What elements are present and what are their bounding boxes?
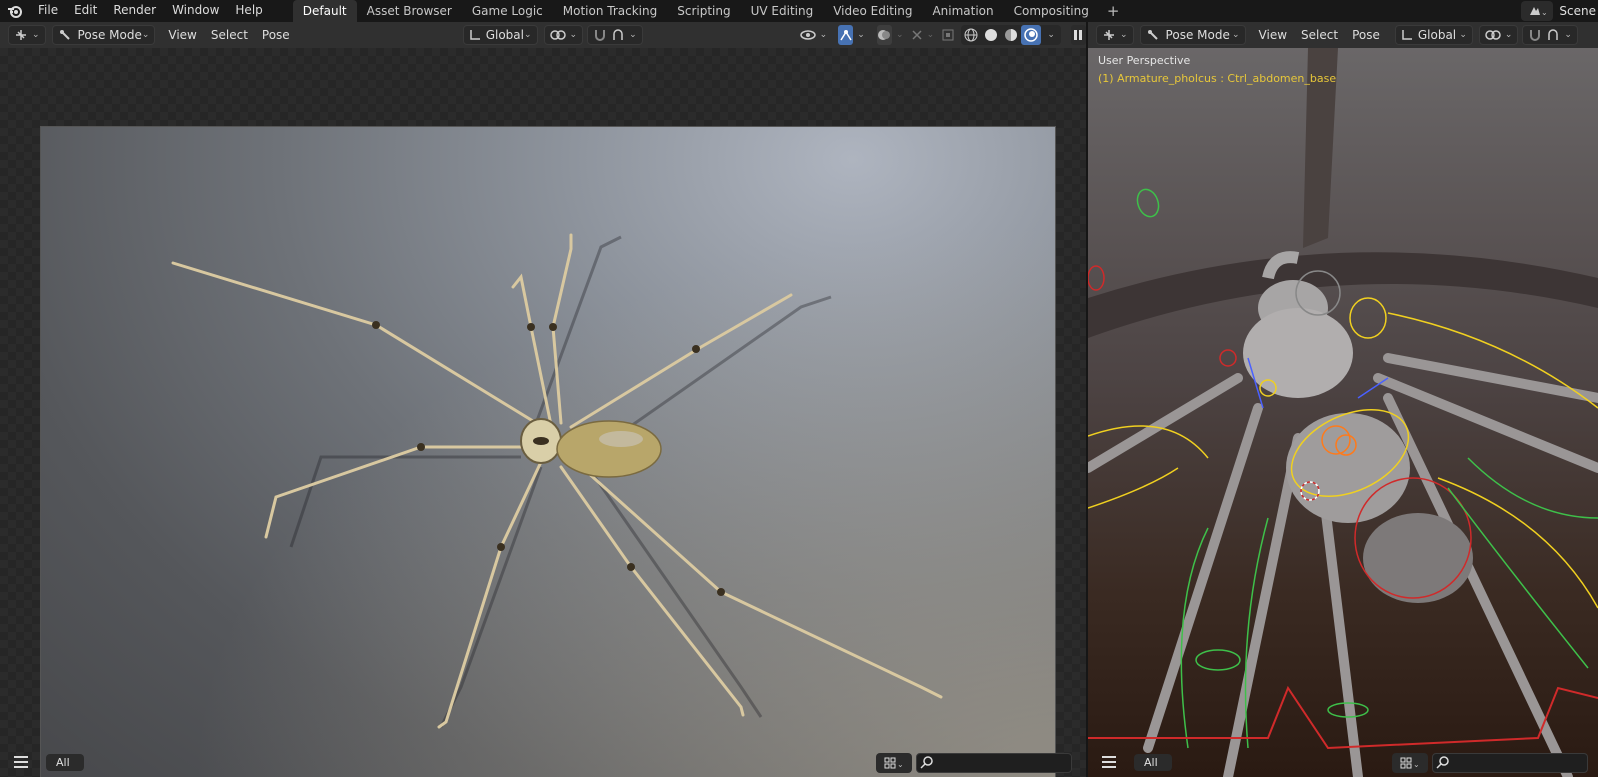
svg-text:⌄: ⌄ [1413, 760, 1420, 769]
right-viewport-canvas[interactable]: User Perspective (1) Armature_pholcus : … [1088, 48, 1598, 777]
left-viewport-header: ⌄ Pose Mode ⌄ View Select Pose Global ⌄ … [0, 22, 1086, 48]
tab-motion-tracking[interactable]: Motion Tracking [553, 0, 667, 22]
material-sphere-icon [1005, 29, 1018, 41]
menu-file[interactable]: File [30, 0, 66, 22]
pivot-icon [1485, 30, 1501, 40]
right-viewport-header: ⌄ Pose Mode ⌄ View Select Pose Global ⌄ … [1088, 22, 1598, 48]
shading-mode-group: ⌄ [961, 25, 1061, 45]
shading-solid-button[interactable] [981, 25, 1001, 45]
transform-orientation-dropdown[interactable]: Global ⌄ [462, 25, 538, 45]
visibility-dropdown[interactable]: ⌄ [795, 25, 833, 45]
editor-type-icon [1104, 30, 1114, 40]
menu-help[interactable]: Help [227, 0, 270, 22]
menu-render[interactable]: Render [105, 0, 164, 22]
snap-dropdown[interactable]: ⌄ [1522, 25, 1578, 45]
scene-name[interactable]: Scene [1559, 4, 1598, 18]
eye-visibility-icon [799, 30, 816, 40]
menu-select[interactable]: Select [1296, 25, 1343, 45]
solid-sphere-icon [985, 29, 998, 41]
pause-render-button[interactable] [1070, 25, 1086, 45]
overlays-toggle-button[interactable] [876, 25, 892, 45]
snap-target-icon [1548, 29, 1559, 40]
shading-wireframe-button[interactable] [961, 25, 981, 45]
shading-material-button[interactable] [1001, 25, 1021, 45]
left-menu-hamburger-icon[interactable] [6, 749, 36, 775]
menu-pose[interactable]: Pose [1347, 25, 1385, 45]
right-menu-hamburger-icon[interactable] [1094, 749, 1124, 775]
gizmo-dropdown-icon[interactable]: ⌄ [857, 30, 865, 40]
xray-toggle-button[interactable] [940, 25, 955, 45]
pivot-icon [549, 30, 566, 40]
rendered-sphere-icon [1024, 28, 1039, 42]
tab-uv-editing[interactable]: UV Editing [741, 0, 824, 22]
workspace-tabs: Default Asset Browser Game Logic Motion … [292, 0, 1128, 22]
editor-type-button[interactable]: ⌄ [8, 25, 46, 45]
right-viewport-footer: All ⌄ [1088, 747, 1598, 777]
mode-dropdown[interactable]: Pose Mode ⌄ [51, 25, 156, 45]
pivot-point-dropdown[interactable]: ⌄ [543, 25, 584, 45]
transform-orientation-dropdown[interactable]: Global ⌄ [1394, 25, 1473, 45]
pose-mode-icon [1147, 30, 1158, 40]
menu-edit[interactable]: Edit [66, 0, 105, 22]
right-search-wrap: ⌄ [1392, 753, 1588, 773]
viewport-perspective-label: User Perspective [1098, 54, 1191, 67]
active-bone-label: (1) Armature_pholcus : Ctrl_abdomen_base [1098, 72, 1337, 85]
menu-pose[interactable]: Pose [257, 25, 295, 45]
tab-compositing[interactable]: Compositing [1004, 0, 1099, 22]
pivot-point-dropdown[interactable]: ⌄ [1478, 25, 1519, 45]
editor-type-icon [16, 30, 26, 40]
gizmo-icon [840, 30, 852, 41]
bone-overlay-button[interactable] [910, 25, 925, 45]
gizmo-toggle-button[interactable] [838, 25, 854, 45]
left-viewport-canvas[interactable] [0, 48, 1086, 777]
spider-illustration [171, 233, 943, 729]
editor-type-button[interactable]: ⌄ [1096, 25, 1134, 45]
tab-default[interactable]: Default [292, 0, 357, 22]
armature-icon [912, 30, 922, 40]
snap-magnet-icon [595, 30, 606, 41]
rig-viewport-illustration [1088, 48, 1598, 777]
snap-magnet-icon [1530, 30, 1541, 41]
search-icon [1436, 756, 1449, 769]
menu-view[interactable]: View [1254, 25, 1292, 45]
svg-text:⌄: ⌄ [1541, 8, 1546, 17]
top-bar: File Edit Render Window Help Default Ass… [0, 0, 1598, 22]
menu-select[interactable]: Select [206, 25, 253, 45]
orientation-icon [1402, 30, 1412, 40]
overlays-dropdown-icon[interactable]: ⌄ [896, 30, 904, 40]
snap-dropdown[interactable]: ⌄ [587, 25, 643, 45]
pose-mode-icon [59, 30, 70, 40]
mode-label: Pose Mode [77, 28, 142, 42]
tab-video-editing[interactable]: Video Editing [823, 0, 922, 22]
orientation-icon [469, 30, 480, 40]
mode-label: Pose Mode [1165, 28, 1230, 42]
overlays-icon [878, 30, 891, 40]
scene-browse-button[interactable]: ⌄ [1521, 1, 1554, 21]
shading-dropdown-icon[interactable]: ⌄ [1047, 30, 1055, 40]
menu-window[interactable]: Window [164, 0, 227, 22]
menu-view[interactable]: View [163, 25, 201, 45]
display-mode-button[interactable]: ⌄ [1392, 753, 1428, 773]
snap-target-icon [613, 29, 623, 40]
right-3d-viewport-editor: ⌄ Pose Mode ⌄ View Select Pose Global ⌄ … [1088, 22, 1598, 777]
collection-filter-all[interactable]: All [1134, 753, 1172, 771]
grid-icon: ⌄ [1400, 757, 1420, 769]
tab-animation[interactable]: Animation [922, 0, 1003, 22]
wireframe-sphere-icon [964, 28, 978, 42]
tab-game-logic[interactable]: Game Logic [462, 0, 553, 22]
mode-dropdown[interactable]: Pose Mode ⌄ [1139, 25, 1246, 45]
tab-asset-browser[interactable]: Asset Browser [357, 0, 462, 22]
search-input[interactable] [1432, 753, 1588, 773]
blender-logo-icon[interactable] [0, 0, 30, 22]
add-workspace-button[interactable]: + [1099, 0, 1128, 22]
pause-icon [1074, 30, 1083, 40]
xray-icon [942, 29, 954, 41]
shading-rendered-button[interactable] [1021, 25, 1042, 45]
scene-selector: ⌄ Scene [1521, 0, 1598, 22]
tab-scripting[interactable]: Scripting [667, 0, 740, 22]
rendered-spider-image [40, 126, 1056, 777]
left-3d-viewport-editor: ⌄ Pose Mode ⌄ View Select Pose Global ⌄ … [0, 22, 1086, 777]
